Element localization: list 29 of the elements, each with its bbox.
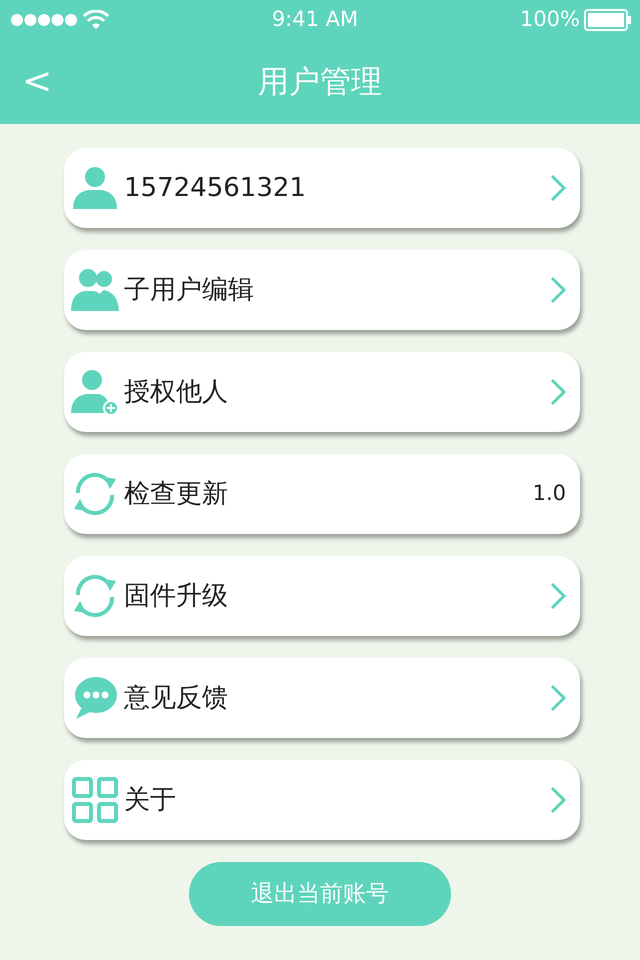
item-label: 意见反馈: [124, 682, 228, 714]
battery-icon: [584, 9, 632, 31]
item-label: 固件升级: [124, 580, 228, 612]
menu-item[interactable]: 固件升级: [64, 556, 580, 636]
chevron-right-icon: [550, 174, 566, 202]
version-text: 1.0: [532, 480, 566, 508]
item-label: 授权他人: [124, 376, 228, 408]
wifi-icon: [82, 10, 110, 30]
menu-item[interactable]: 授权他人: [64, 352, 580, 432]
item-label: 检查更新: [124, 478, 228, 510]
item-label: 15724561321: [124, 172, 306, 204]
chevron-right-icon: [550, 378, 566, 406]
chevron-right-icon: [550, 582, 566, 610]
grid-icon: [70, 775, 120, 825]
status-time: 9:41 AM: [272, 6, 358, 34]
user-add-icon: [70, 367, 120, 417]
menu-item[interactable]: 关于: [64, 760, 580, 840]
battery-percent: 100%: [520, 6, 580, 34]
chevron-right-icon: [550, 786, 566, 814]
chevron-right-icon: [550, 684, 566, 712]
item-label: 子用户编辑: [124, 274, 254, 306]
menu-item[interactable]: 检查更新 1.0: [64, 454, 580, 534]
chevron-right-icon: [550, 276, 566, 304]
page-title: 用户管理: [258, 62, 382, 102]
menu-item[interactable]: 意见反馈: [64, 658, 580, 738]
menu-item[interactable]: 子用户编辑: [64, 250, 580, 330]
item-label: 关于: [124, 784, 176, 816]
signal-icon: [10, 13, 78, 27]
menu-item[interactable]: 15724561321: [64, 148, 580, 228]
